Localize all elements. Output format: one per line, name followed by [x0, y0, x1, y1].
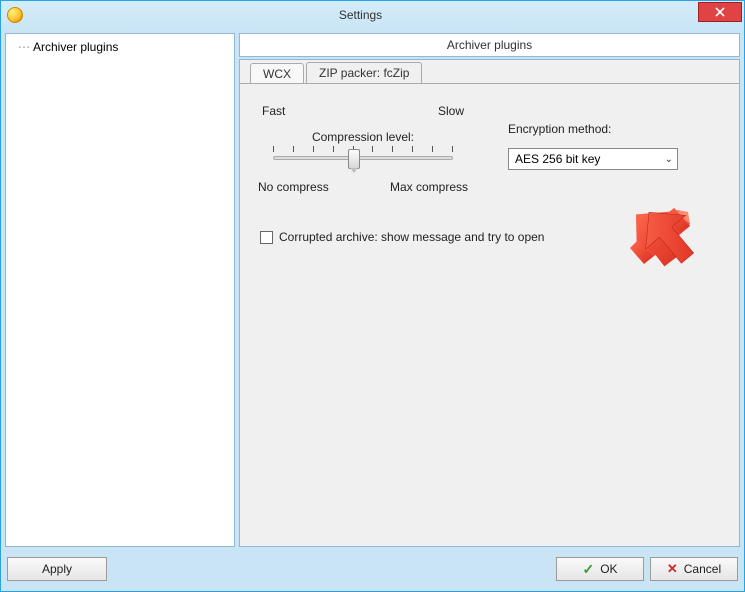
category-tree[interactable]: ⋯ Archiver plugins — [5, 33, 235, 547]
x-icon: ✕ — [667, 561, 678, 577]
corrupted-archive-option[interactable]: Corrupted archive: show message and try … — [260, 230, 721, 244]
window-title: Settings — [23, 8, 698, 22]
encryption-method-label: Encryption method: — [508, 122, 708, 136]
cancel-button[interactable]: ✕ Cancel — [650, 557, 738, 581]
tab-label: WCX — [263, 67, 291, 81]
fast-label: Fast — [262, 104, 285, 118]
compression-block: Fast Slow Compression level: — [258, 104, 468, 194]
footer: Apply ✓ OK ✕ Cancel — [5, 551, 740, 587]
close-button[interactable] — [698, 2, 742, 22]
compression-level-label: Compression level: — [258, 130, 468, 144]
check-icon: ✓ — [582, 561, 594, 578]
ok-button[interactable]: ✓ OK — [556, 557, 644, 581]
slider-thumb[interactable] — [348, 149, 360, 169]
button-label: Cancel — [684, 562, 721, 576]
titlebar: Settings — [1, 1, 744, 29]
settings-window: Settings ⋯ Archiver plugins Archiver plu… — [0, 0, 745, 592]
tab-wcx[interactable]: WCX — [250, 63, 304, 84]
apply-button[interactable]: Apply — [7, 557, 107, 581]
slider-ticks — [273, 146, 453, 152]
close-icon — [715, 7, 725, 17]
compression-slider[interactable] — [273, 146, 453, 174]
button-label: Apply — [42, 562, 72, 576]
slow-label: Slow — [438, 104, 464, 118]
encryption-method-dropdown[interactable]: AES 256 bit key ⌄ — [508, 148, 678, 170]
corrupted-archive-checkbox[interactable] — [260, 231, 273, 244]
no-compress-label: No compress — [258, 180, 329, 194]
tab-zip-packer[interactable]: ZIP packer: fcZip — [306, 62, 422, 84]
chevron-down-icon: ⌄ — [665, 154, 673, 165]
corrupted-archive-label: Corrupted archive: show message and try … — [279, 230, 544, 244]
button-label: OK — [600, 562, 617, 576]
tabs: WCX ZIP packer: fcZip — [240, 59, 739, 83]
tab-label: ZIP packer: fcZip — [319, 66, 409, 80]
slider-track — [273, 156, 453, 160]
tab-body: Fast Slow Compression level: — [240, 83, 739, 545]
max-compress-label: Max compress — [390, 180, 468, 194]
tree-item-archiver-plugins[interactable]: ⋯ Archiver plugins — [8, 38, 232, 56]
tree-expand-icon: ⋯ — [18, 40, 29, 54]
app-icon — [7, 7, 23, 23]
tree-item-label: Archiver plugins — [33, 40, 118, 54]
dropdown-selected: AES 256 bit key — [515, 152, 600, 166]
encryption-block: Encryption method: AES 256 bit key ⌄ — [508, 104, 708, 194]
panel-content: WCX ZIP packer: fcZip Fast Slow Com — [239, 59, 740, 547]
panel-title: Archiver plugins — [239, 33, 740, 57]
